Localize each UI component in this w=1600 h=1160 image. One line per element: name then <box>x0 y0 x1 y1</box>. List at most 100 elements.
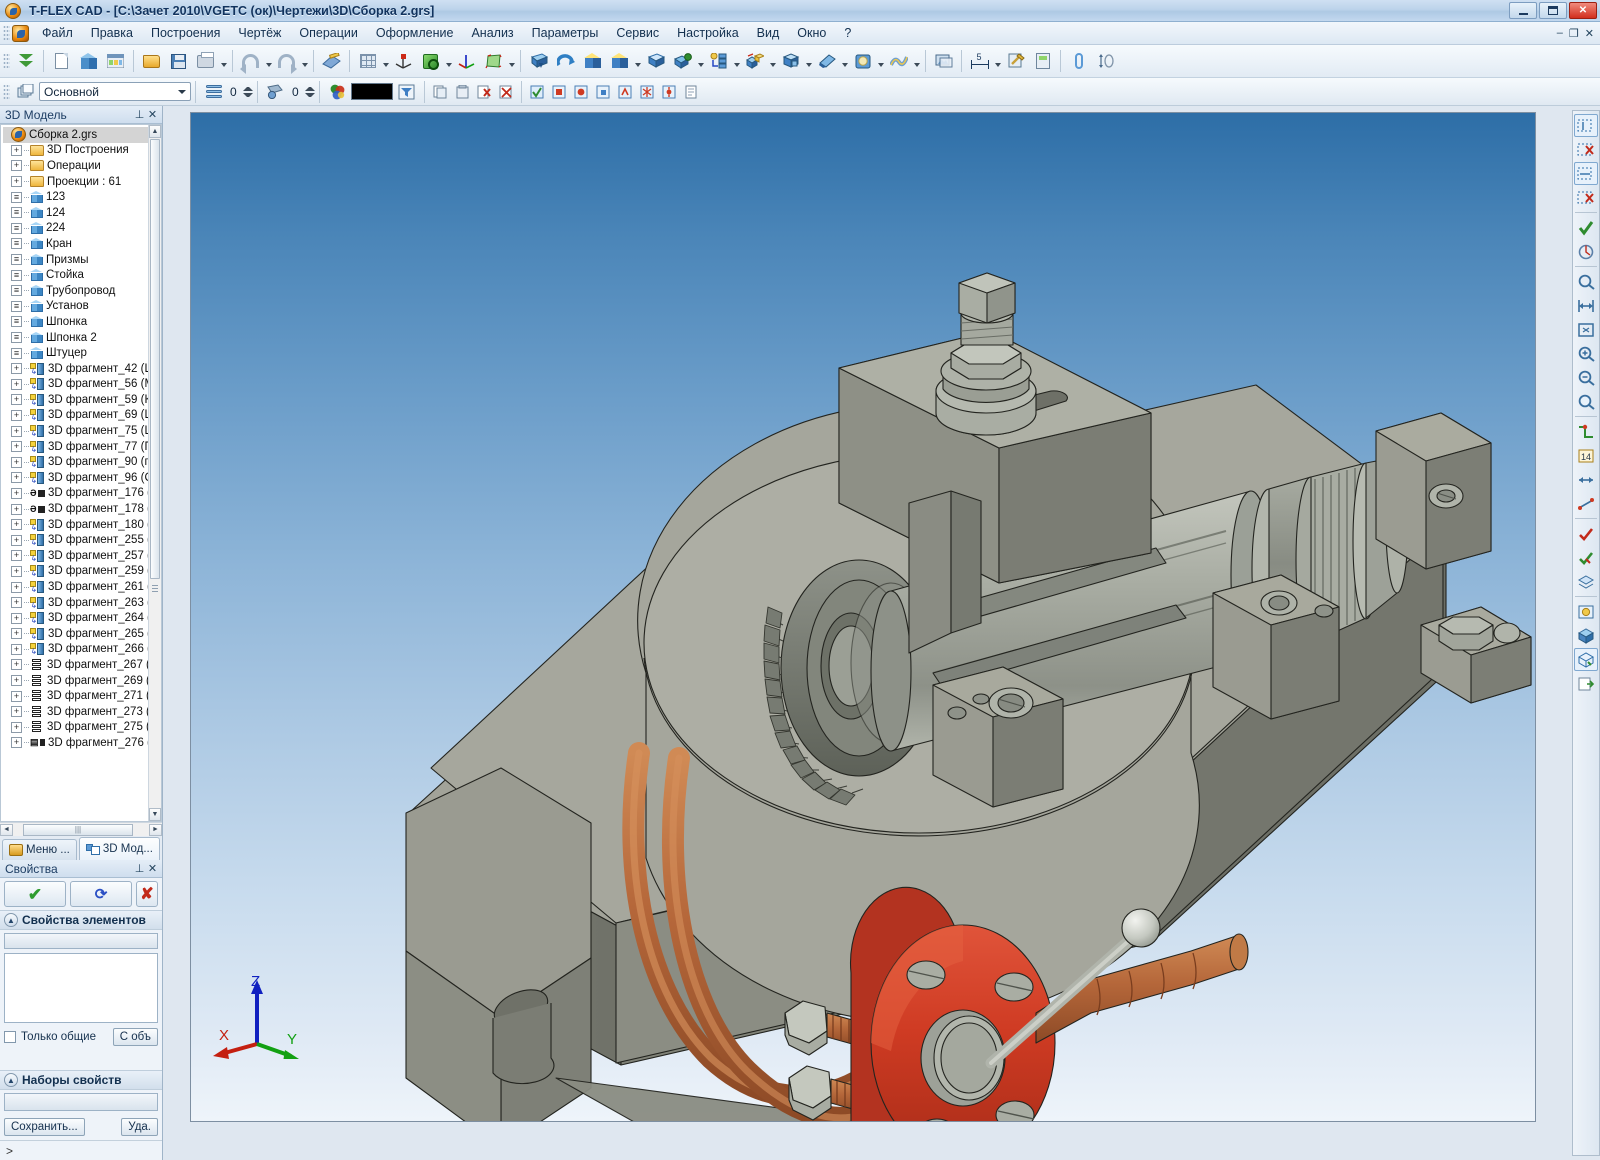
priority-spinner[interactable] <box>305 83 315 101</box>
expand-icon[interactable]: + <box>11 394 22 406</box>
tree-item[interactable]: ≡ Призмы <box>3 252 161 268</box>
spiral-dropdown-arrow[interactable] <box>912 49 921 74</box>
tree-item[interactable]: + Операции <box>3 158 161 174</box>
tree-scroll-down-button[interactable]: ▼ <box>149 808 161 821</box>
boolean-icon[interactable] <box>670 49 695 74</box>
property-set-field[interactable] <box>4 1093 158 1111</box>
node-marker-icon[interactable]: ≡ <box>11 238 22 250</box>
3d-viewport[interactable]: Z X Y <box>190 112 1536 1122</box>
node-marker-icon[interactable]: ≡ <box>11 191 22 203</box>
priority-icon[interactable] <box>263 79 288 104</box>
expand-icon[interactable]: + <box>11 721 22 733</box>
select-region-icon[interactable] <box>1574 114 1598 137</box>
tree-item[interactable]: + Ə 3D фрагмент_178 (В <box>3 501 161 517</box>
tree-vertical-scrollbar[interactable]: ▲ ▼ <box>148 125 161 821</box>
expand-icon[interactable]: + <box>11 675 22 687</box>
render-icon[interactable] <box>1574 600 1598 623</box>
expand-icon[interactable]: + <box>11 441 22 453</box>
shell-icon[interactable] <box>643 49 668 74</box>
node-icon[interactable] <box>659 79 679 104</box>
workplane-icon[interactable] <box>355 49 380 74</box>
fillet-dropdown-arrow[interactable] <box>633 49 642 74</box>
menu-app-icon[interactable] <box>12 24 29 42</box>
node-marker-icon[interactable]: ≡ <box>11 347 22 359</box>
node-marker-icon[interactable]: ≡ <box>11 300 22 312</box>
open-folder-icon[interactable] <box>139 49 164 74</box>
fragment-insert-icon[interactable] <box>778 49 803 74</box>
tree-item[interactable]: + ↳ 3D фрагмент_59 (Ко <box>3 392 161 408</box>
node-marker-icon[interactable]: ≡ <box>11 285 22 297</box>
page-icon[interactable] <box>681 79 701 104</box>
menu-item-view[interactable]: Вид <box>748 23 789 43</box>
fragment-dropdown-arrow[interactable] <box>804 49 813 74</box>
expand-icon[interactable]: + <box>11 628 22 640</box>
tree-item[interactable]: ≡ Стойка <box>3 267 161 283</box>
zoom-in-icon[interactable] <box>1574 342 1598 365</box>
expand-icon[interactable]: + <box>11 456 22 468</box>
expand-icon[interactable]: + <box>11 144 22 156</box>
only-common-checkbox[interactable] <box>4 1031 16 1043</box>
menu-item-construct[interactable]: Построения <box>142 23 229 43</box>
select-crossing-icon[interactable] <box>1574 162 1598 185</box>
tree-item[interactable]: + Ə 3D фрагмент_176 (В <box>3 486 161 502</box>
calculator-icon[interactable] <box>1030 49 1055 74</box>
snap-icon[interactable] <box>1574 420 1598 443</box>
mdi-close-button[interactable]: ✕ <box>1585 27 1594 40</box>
expand-icon[interactable]: + <box>11 550 22 562</box>
measure-distance-icon[interactable] <box>1574 492 1598 515</box>
menu-item-window[interactable]: Окно <box>788 23 835 43</box>
undo-dropdown-arrow[interactable] <box>264 49 273 74</box>
properties-close-icon[interactable]: ✕ <box>146 862 159 875</box>
node-marker-icon[interactable]: ≡ <box>11 332 22 344</box>
local-coordinate-system-icon[interactable] <box>391 49 416 74</box>
tree-root-item[interactable]: Сборка 2.grs <box>3 127 161 143</box>
tree-item[interactable]: + ↳ 3D фрагмент_255 (Ш <box>3 532 161 548</box>
tree-item[interactable]: + ↳ 3D фрагмент_180 (Г <box>3 517 161 533</box>
expand-icon[interactable]: + <box>11 581 22 593</box>
tree-item[interactable]: +3D фрагмент_271 (Г <box>3 688 161 704</box>
measure-icon[interactable] <box>1093 49 1118 74</box>
expand-icon[interactable]: + <box>11 487 22 499</box>
refresh-button[interactable]: ⟳ <box>70 881 132 907</box>
tree-scroll-thumb[interactable] <box>150 139 160 579</box>
fillet-icon[interactable] <box>607 49 632 74</box>
color-palette-icon[interactable] <box>325 79 350 104</box>
tree-hscroll-thumb[interactable]: ||| <box>23 823 133 836</box>
profile-dropdown-arrow[interactable] <box>444 49 453 74</box>
expand-icon[interactable]: + <box>11 176 22 188</box>
section-dropdown-arrow[interactable] <box>840 49 849 74</box>
menu-item-service[interactable]: Сервис <box>607 23 668 43</box>
tab-3d-model[interactable]: 3D Мод... <box>78 837 160 860</box>
expand-icon[interactable]: + <box>11 643 22 655</box>
tree-item[interactable]: + ↳ 3D фрагмент_261 (Ш <box>3 579 161 595</box>
accept-icon[interactable] <box>1574 216 1598 239</box>
window-close-button[interactable]: ✕ <box>1569 2 1597 19</box>
workplane3d-dropdown-arrow[interactable] <box>507 49 516 74</box>
tree-item[interactable]: ≡ Трубопровод <box>3 283 161 299</box>
cancel-button[interactable]: ✘ <box>136 881 158 907</box>
expand-icon[interactable]: + <box>11 425 22 437</box>
expand-icon[interactable]: + <box>11 409 22 421</box>
tree-item[interactable]: ≡ 224 <box>3 221 161 237</box>
tree-item[interactable]: + Проекции : 61 <box>3 174 161 190</box>
tree-item[interactable]: ≡ 124 <box>3 205 161 221</box>
tree-item[interactable]: + ↳ 3D фрагмент_42 (Ша <box>3 361 161 377</box>
tree-item[interactable]: ≡ Кран <box>3 236 161 252</box>
tree-item[interactable]: +3D Построения <box>3 143 161 159</box>
tree-item[interactable]: + ↳ 3D фрагмент_56 (Ма <box>3 377 161 393</box>
apply-button[interactable]: ✔ <box>4 881 66 907</box>
lock-icon[interactable] <box>593 79 613 104</box>
save-set-button[interactable]: Сохранить... <box>4 1118 85 1136</box>
expand-icon[interactable]: + <box>11 519 22 531</box>
menu-grip[interactable] <box>3 25 10 41</box>
tree-item[interactable]: ≡ Шпонка <box>3 314 161 330</box>
double-chevron-down-icon[interactable] <box>13 49 38 74</box>
node-marker-icon[interactable]: ≡ <box>11 269 22 281</box>
layers-view-icon[interactable] <box>1574 570 1598 593</box>
tree-scroll-up-button[interactable]: ▲ <box>149 125 161 138</box>
chamfer-icon[interactable] <box>580 49 605 74</box>
expand-icon[interactable]: + <box>11 503 22 515</box>
layer-spinner[interactable] <box>243 83 253 101</box>
command-line[interactable]: > <box>0 1140 162 1160</box>
copy3d-dropdown-arrow[interactable] <box>768 49 777 74</box>
